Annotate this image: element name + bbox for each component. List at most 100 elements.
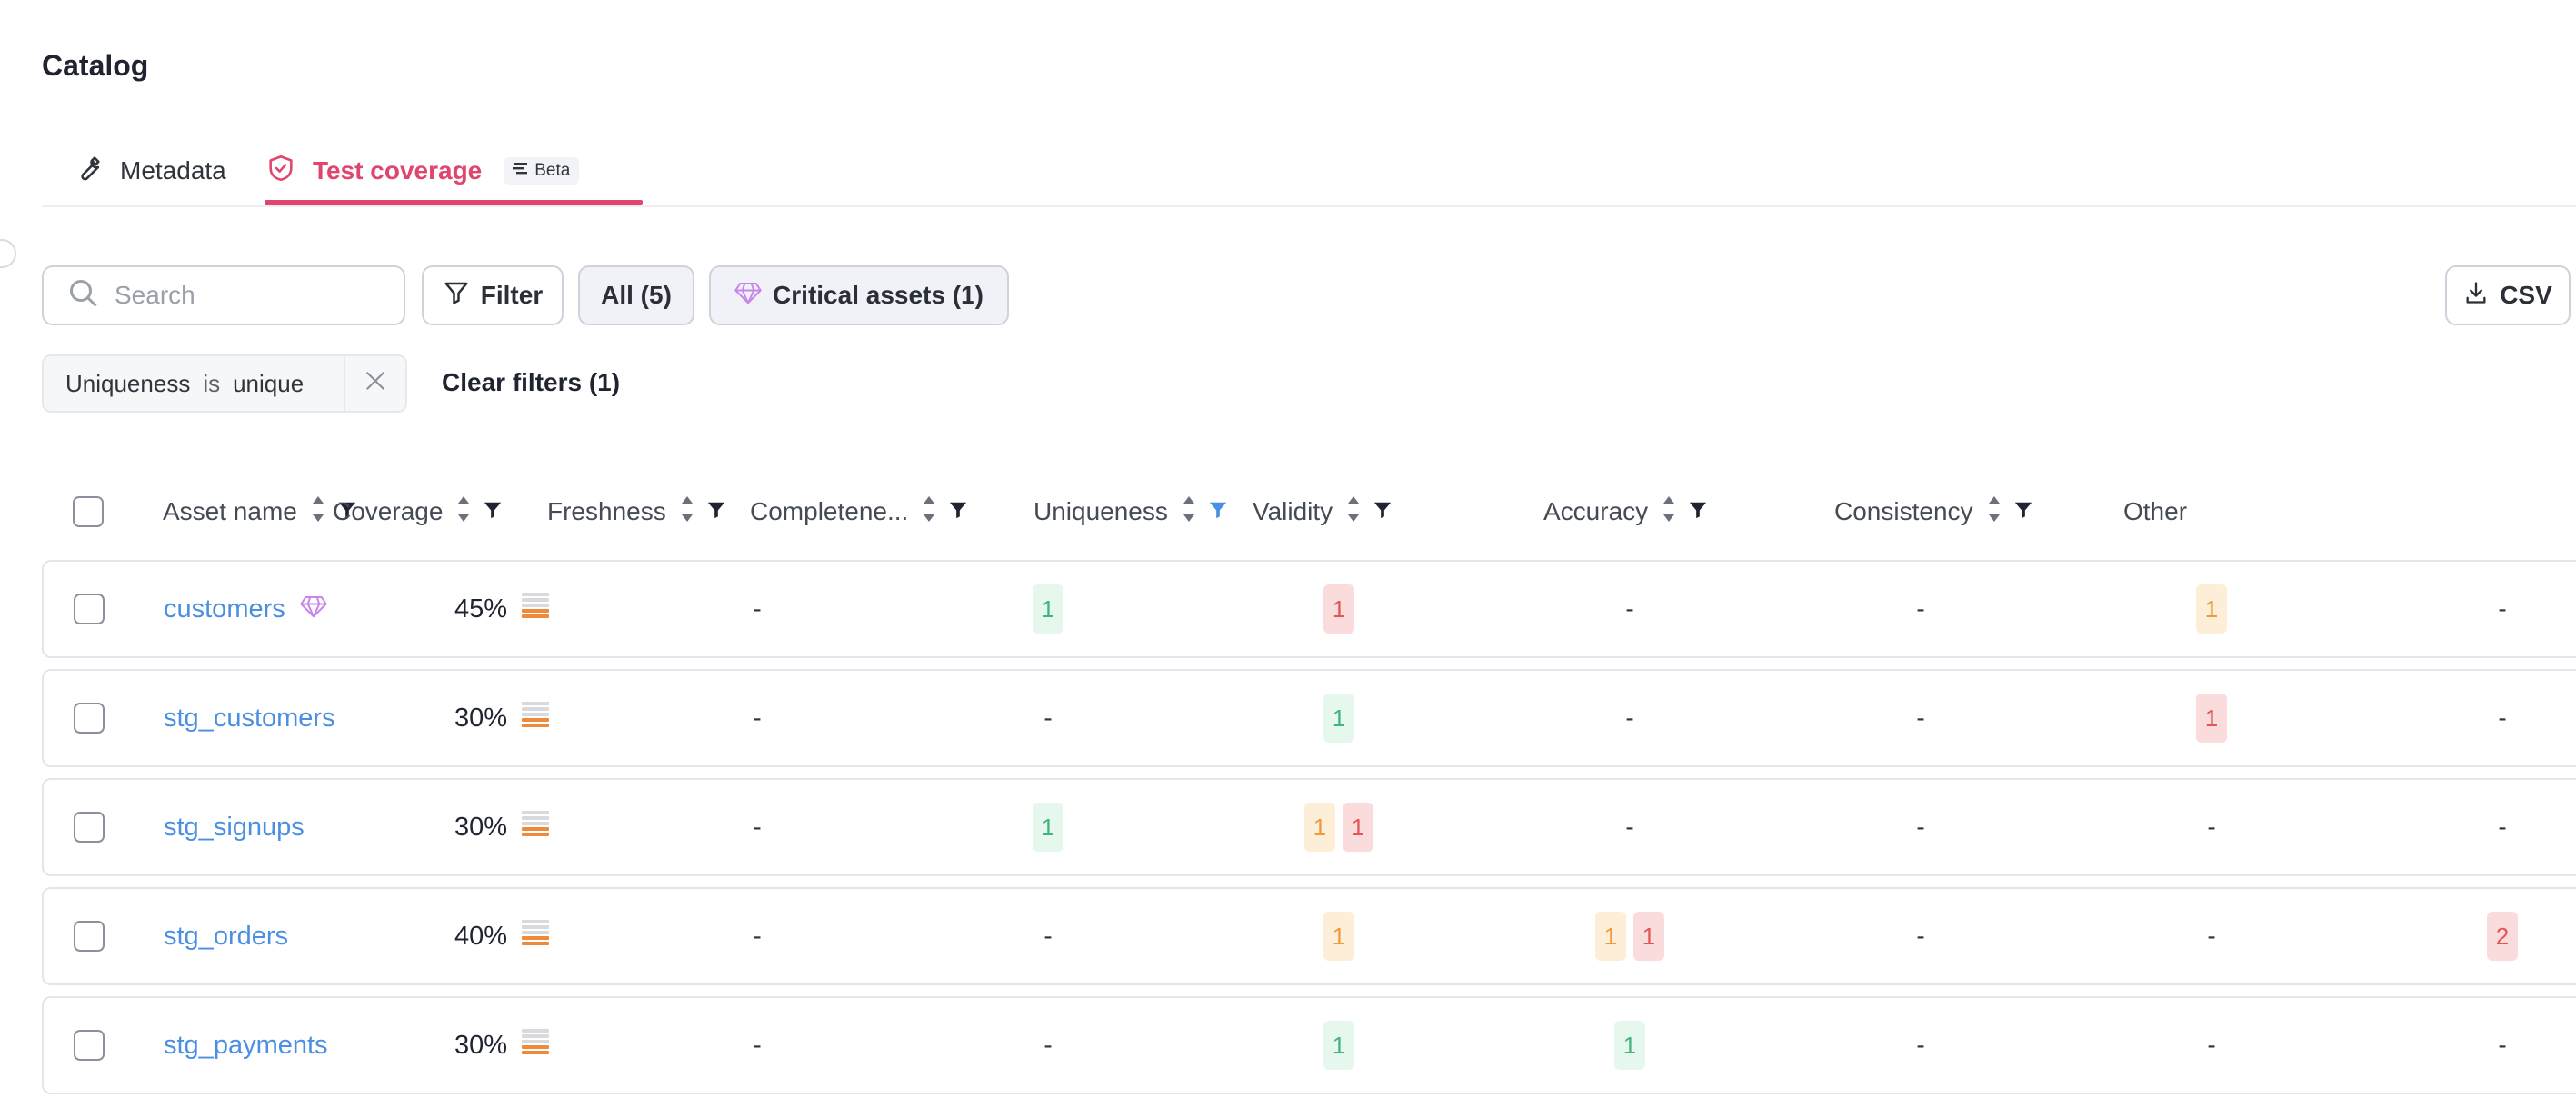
column-header-label: Asset name <box>163 497 297 525</box>
coverage-stack-icon <box>522 1027 550 1063</box>
accuracy-empty-value: - <box>1916 1031 1925 1059</box>
column-header[interactable]: Other <box>2123 482 2187 542</box>
row-checkbox[interactable] <box>74 921 105 952</box>
sort-icon[interactable] <box>1345 494 1362 531</box>
sidebar-collapse-handle[interactable] <box>0 239 16 268</box>
test-count-badge[interactable]: 1 <box>1323 912 1354 961</box>
asset-name-link[interactable]: stg_signups <box>164 813 305 843</box>
coverage-value: 30% <box>454 812 508 842</box>
completeness-test-badges: 1 <box>1033 584 1063 634</box>
csv-download-button[interactable]: CSV <box>2445 265 2571 325</box>
row-checkbox[interactable] <box>74 812 105 843</box>
column-filter-icon[interactable] <box>1208 497 1228 526</box>
row-checkbox[interactable] <box>74 703 105 734</box>
tab-metadata-label: Metadata <box>120 156 226 185</box>
all-assets-button[interactable]: All (5) <box>578 265 694 325</box>
completeness-empty-value: - <box>1043 704 1053 732</box>
table-row[interactable]: stg_signups 30% -1 1 1- - - - <box>42 778 2576 876</box>
column-filter-icon[interactable] <box>948 497 968 526</box>
beta-badge: Beta <box>504 157 580 185</box>
other-empty-value: - <box>2498 1031 2507 1059</box>
sort-icon[interactable] <box>455 494 472 531</box>
search-icon <box>67 277 100 314</box>
freshness-empty-value: - <box>753 922 762 950</box>
validity-empty-value: - <box>1625 704 1634 732</box>
other-empty-value: - <box>2498 704 2507 732</box>
filter-button-label: Filter <box>480 281 544 309</box>
freshness-empty-value: - <box>753 594 762 623</box>
column-filter-icon[interactable] <box>1688 497 1708 526</box>
column-header-label: Freshness <box>547 497 666 525</box>
test-count-badge[interactable]: 1 <box>2196 584 2227 634</box>
tab-test-coverage[interactable]: Test coverage Beta <box>265 136 580 205</box>
test-count-badge[interactable]: 1 <box>1633 912 1664 961</box>
table-row[interactable]: stg_customers 30% - - 1 - - 1 - <box>42 669 2576 767</box>
column-header[interactable]: Validity <box>1253 482 1393 542</box>
coverage-value: 30% <box>454 1030 508 1060</box>
uniqueness-test-badges: 1 <box>1323 694 1354 743</box>
column-filter-icon[interactable] <box>2013 497 2033 526</box>
consistency-empty-value: - <box>2207 922 2216 950</box>
coverage-stack-icon <box>522 700 550 736</box>
test-count-badge[interactable]: 1 <box>1323 694 1354 743</box>
search-input[interactable] <box>113 280 389 311</box>
freshness-empty-value: - <box>753 704 762 732</box>
sort-icon[interactable] <box>1986 494 2002 531</box>
column-header[interactable]: Completene... <box>750 482 968 542</box>
asset-name-link[interactable]: stg_customers <box>164 704 335 734</box>
column-filter-icon[interactable] <box>1373 497 1393 526</box>
test-count-badge[interactable]: 1 <box>1343 803 1373 852</box>
close-icon <box>364 369 387 399</box>
test-count-badge[interactable]: 1 <box>1323 584 1354 634</box>
sort-icon[interactable] <box>679 494 695 531</box>
completeness-empty-value: - <box>1043 1031 1053 1059</box>
search-box[interactable] <box>42 265 405 325</box>
test-count-badge[interactable]: 1 <box>1614 1021 1645 1070</box>
asset-name-link[interactable]: customers <box>164 594 285 624</box>
coverage-value: 45% <box>454 594 508 624</box>
page-title: Catalog <box>42 49 149 82</box>
filter-operator: is <box>203 369 221 397</box>
test-count-badge[interactable]: 2 <box>2487 912 2518 961</box>
critical-assets-button[interactable]: Critical assets (1) <box>709 265 1009 325</box>
test-count-badge[interactable]: 1 <box>2196 694 2227 743</box>
remove-filter-button[interactable] <box>344 356 405 411</box>
other-empty-value: - <box>2498 594 2507 623</box>
column-header-label: Consistency <box>1834 497 1973 525</box>
active-filter-chip[interactable]: Uniqueness is unique <box>42 354 407 413</box>
tab-metadata[interactable]: Metadata <box>73 136 226 205</box>
row-checkbox[interactable] <box>74 1030 105 1061</box>
column-header[interactable]: Coverage <box>333 482 503 542</box>
column-header[interactable]: Uniqueness <box>1033 482 1228 542</box>
clear-filters-link[interactable]: Clear filters (1) <box>442 368 620 397</box>
column-filter-icon[interactable] <box>706 497 726 526</box>
test-count-badge[interactable]: 1 <box>1033 584 1063 634</box>
accuracy-empty-value: - <box>1916 594 1925 623</box>
column-header[interactable]: Freshness <box>547 482 726 542</box>
completeness-empty-value: - <box>1043 922 1053 950</box>
column-header[interactable]: Consistency <box>1834 482 2033 542</box>
asset-name-link[interactable]: stg_orders <box>164 922 288 952</box>
filter-button[interactable]: Filter <box>422 265 564 325</box>
test-count-badge[interactable]: 1 <box>1323 1021 1354 1070</box>
sort-icon[interactable] <box>1181 494 1197 531</box>
row-checkbox[interactable] <box>74 594 105 624</box>
column-header[interactable]: Asset name <box>163 482 357 542</box>
table-row[interactable]: stg_orders 40% - -1 1 1- -2 <box>42 887 2576 985</box>
test-count-badge[interactable]: 1 <box>1595 912 1626 961</box>
sort-icon[interactable] <box>310 494 326 531</box>
select-all-checkbox[interactable] <box>73 496 104 527</box>
accuracy-empty-value: - <box>1916 704 1925 732</box>
column-filter-icon[interactable] <box>483 497 503 526</box>
test-count-badge[interactable]: 1 <box>1304 803 1335 852</box>
asset-name-link[interactable]: stg_payments <box>164 1031 328 1061</box>
sort-icon[interactable] <box>1661 494 1677 531</box>
table-row[interactable]: customers 45% - 1 1 - - 1 - <box>42 560 2576 658</box>
freshness-empty-value: - <box>753 813 762 841</box>
column-header-label: Completene... <box>750 497 909 525</box>
accuracy-empty-value: - <box>1916 922 1925 950</box>
column-header[interactable]: Accuracy <box>1543 482 1708 542</box>
sort-icon[interactable] <box>921 494 937 531</box>
test-count-badge[interactable]: 1 <box>1033 803 1063 852</box>
table-row[interactable]: stg_payments 30% - - 1 1 - - - <box>42 996 2576 1094</box>
